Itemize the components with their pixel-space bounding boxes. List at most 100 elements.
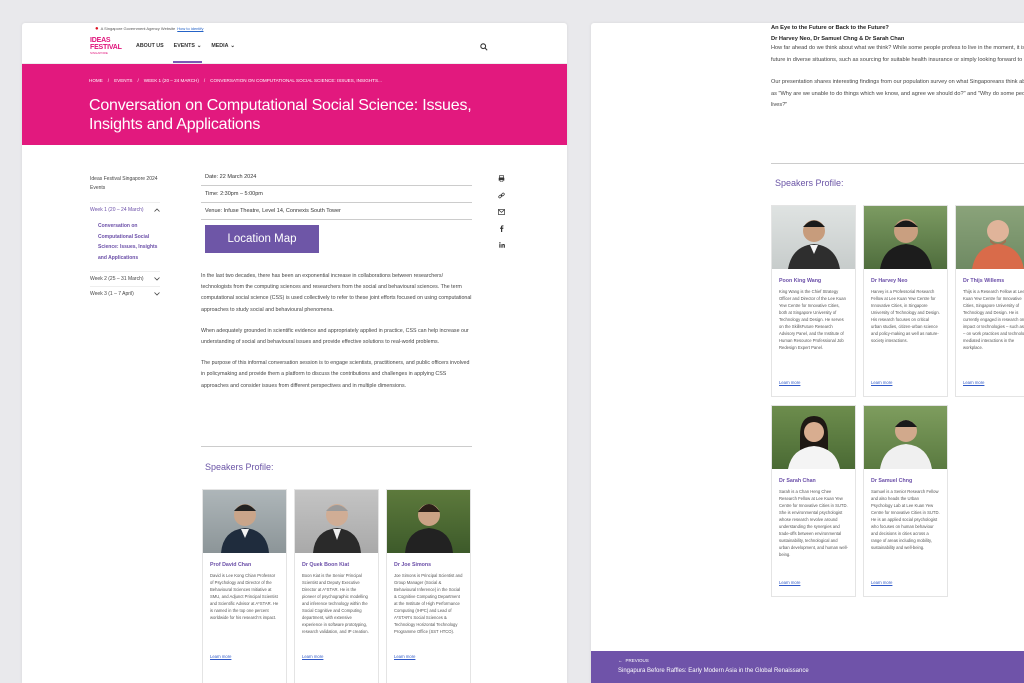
speaker-cards: Prof David Chan David is Lee Kong Chian … — [202, 489, 471, 683]
logo-line1: IDEAS — [90, 37, 111, 44]
divider — [201, 446, 472, 447]
email-icon[interactable] — [498, 209, 505, 215]
sidebar-item-label: Week 3 (1 – 7 April) — [90, 291, 134, 297]
breadcrumb-events[interactable]: EVENTS — [114, 78, 132, 83]
learn-more-link[interactable]: Learn more — [956, 373, 1024, 385]
speaker-name: Dr Harvey Neo — [871, 278, 908, 284]
speaker-cards: Poon King Wang King Wang is the Chief St… — [771, 205, 1024, 597]
site-logo[interactable]: IDEAS FESTIVAL SINGAPORE — [90, 37, 122, 59]
learn-more-link[interactable]: Learn more — [295, 647, 378, 659]
logo-line2: FESTIVAL — [90, 44, 122, 51]
main-nav: IDEAS FESTIVAL SINGAPORE ABOUT US EVENTS… — [22, 32, 567, 64]
sidebar-item-week1[interactable]: Week 1 (20 – 24 March) — [90, 202, 160, 217]
learn-more-link[interactable]: Learn more — [864, 373, 947, 385]
speaker-card: Prof David Chan David is Lee Kong Chian … — [202, 489, 287, 683]
chevron-up-icon — [154, 208, 160, 212]
speaker-photo — [956, 206, 1024, 269]
speaker-card: Dr Harvey Neo Harvey is a Professorial R… — [863, 205, 948, 397]
gov-bar-text: A Singapore Government Agency Website — [100, 26, 176, 31]
speaker-bio: King Wang is the Chief Strategy Officer … — [779, 289, 846, 350]
event-description: In the last two decades, there has been … — [201, 271, 474, 402]
breadcrumb-current: CONVERSATION ON COMPUTATIONAL SOCIAL SCI… — [210, 78, 382, 83]
print-icon[interactable] — [498, 175, 505, 182]
body-paragraph: The purpose of this informal conversatio… — [201, 360, 470, 389]
logo-tagline: SINGAPORE — [90, 51, 108, 55]
speaker-photo — [864, 406, 947, 469]
speaker-card: Dr Quek Boon Kiat Boon Kiat is the Senio… — [294, 489, 379, 683]
gov-bar: ● A Singapore Government Agency Website … — [22, 23, 567, 32]
previous-event-link[interactable]: ← PREVIOUS Singapura Before Raffles: Ear… — [591, 651, 1024, 683]
body-paragraph: When adequately grounded in scientific e… — [201, 327, 469, 346]
event-time: Time: 2:30pm – 5:00pm — [201, 186, 472, 203]
speaker-bio: Boon Kiat is the Senior Principal Scient… — [302, 573, 369, 634]
speaker-card: Dr Sarah Chan Sarah is a Chan Heng Chee … — [771, 405, 856, 597]
speaker-name: Poon King Wang — [779, 278, 822, 284]
event-venue: Venue: Infuse Theatre, Level 14, Connexi… — [201, 203, 472, 220]
speaker-bio: Thijs is a Research Fellow at Lee Kuan Y… — [963, 289, 1024, 350]
sidebar-nav: Ideas Festival Singapore 2024 Events Wee… — [90, 175, 160, 301]
chevron-down-icon — [154, 292, 160, 296]
linkedin-icon[interactable] — [498, 242, 505, 248]
chevron-down-icon — [154, 277, 160, 281]
breadcrumb-week1[interactable]: WEEK 1 (20 – 24 MARCH) — [144, 78, 199, 83]
learn-more-link[interactable]: Learn more — [772, 373, 855, 385]
hero-banner: HOME / EVENTS / WEEK 1 (20 – 24 MARCH) / CO… — [22, 64, 567, 145]
previous-label-row: ← PREVIOUS — [618, 658, 649, 663]
facebook-icon[interactable] — [499, 225, 504, 232]
event-date: Date: 22 March 2024 — [201, 169, 472, 186]
body-paragraph: Our presentation shares interesting find… — [771, 79, 1024, 108]
nav-media[interactable]: MEDIA ⌄ — [211, 43, 235, 49]
link-icon[interactable] — [498, 192, 505, 199]
right-page: An Eye to the Future or Back to the Futu… — [591, 23, 1024, 683]
gov-bar-link[interactable]: How to identify — [177, 26, 203, 31]
learn-more-link[interactable]: Learn more — [387, 647, 470, 659]
speaker-name: Dr Joe Simons — [394, 562, 432, 568]
lion-icon: ● — [95, 25, 99, 32]
previous-label: PREVIOUS — [625, 658, 649, 663]
divider — [771, 163, 1024, 164]
search-icon[interactable] — [480, 43, 488, 51]
speaker-photo — [387, 490, 470, 553]
sidebar-item-week2[interactable]: Week 2 (25 – 31 March) — [90, 271, 160, 286]
chevron-down-icon: ⌄ — [196, 43, 202, 49]
nav-media-label: MEDIA — [211, 43, 229, 49]
learn-more-link[interactable]: Learn more — [203, 647, 286, 659]
speakers-heading: Speakers Profile: — [205, 462, 274, 472]
presentation-heading: An Eye to the Future or Back to the Futu… — [771, 23, 904, 44]
speaker-bio: Samuel is a Senior Research Fellow and a… — [871, 489, 940, 550]
speaker-photo — [772, 206, 855, 269]
speaker-bio: David is Lee Kong Chian Professor of Psy… — [210, 573, 279, 620]
sidebar-item-label: Week 2 (25 – 31 March) — [90, 276, 144, 282]
presentation-text: How far ahead do we think about what we … — [771, 43, 1024, 123]
speaker-bio: Harvey is a Professorial Research Fellow… — [871, 289, 940, 343]
learn-more-link[interactable]: Learn more — [864, 573, 947, 585]
body-paragraph: In the last two decades, there has been … — [201, 273, 472, 313]
breadcrumb-home[interactable]: HOME — [89, 78, 103, 83]
speaker-name: Dr Sarah Chan — [779, 478, 816, 484]
sidebar-title: Ideas Festival Singapore 2024 Events — [90, 176, 158, 191]
speaker-photo — [295, 490, 378, 553]
nav-about-us[interactable]: ABOUT US — [136, 43, 164, 49]
event-info: Date: 22 March 2024 Time: 2:30pm – 5:00p… — [201, 169, 472, 253]
speaker-name: Prof David Chan — [210, 562, 252, 568]
speaker-name: Dr Samuel Chng — [871, 478, 913, 484]
speaker-card: Poon King Wang King Wang is the Chief St… — [771, 205, 856, 397]
body-paragraph: How far ahead do we think about what we … — [771, 45, 1024, 63]
sidebar-item-week3[interactable]: Week 3 (1 – 7 April) — [90, 286, 160, 301]
sidebar-item-label: Week 1 (20 – 24 March) — [90, 207, 144, 213]
speaker-photo — [864, 206, 947, 269]
page-title: Conversation on Computational Social Sci… — [89, 97, 472, 133]
speaker-name: Dr Quek Boon Kiat — [302, 562, 350, 568]
nav-about-us-label: ABOUT US — [136, 43, 164, 49]
speaker-photo — [203, 490, 286, 553]
speaker-bio: Joe Simons is Principal Scientist and Gr… — [394, 573, 463, 634]
nav-events[interactable]: EVENTS ⌄ — [172, 43, 202, 63]
location-map-button[interactable]: Location Map — [205, 225, 319, 253]
learn-more-link[interactable]: Learn more — [772, 573, 855, 585]
sidebar-subitem-current[interactable]: Conversation on Computational Social Sci… — [90, 217, 160, 271]
presentation-title: An Eye to the Future or Back to the Futu… — [771, 25, 889, 31]
speaker-card: Dr Joe Simons Joe Simons is Principal Sc… — [386, 489, 471, 683]
left-page: ● A Singapore Government Agency Website … — [22, 23, 567, 683]
speaker-card: Dr Thijs Willems Thijs is a Research Fel… — [955, 205, 1024, 397]
speakers-heading: Speakers Profile: — [775, 178, 844, 188]
